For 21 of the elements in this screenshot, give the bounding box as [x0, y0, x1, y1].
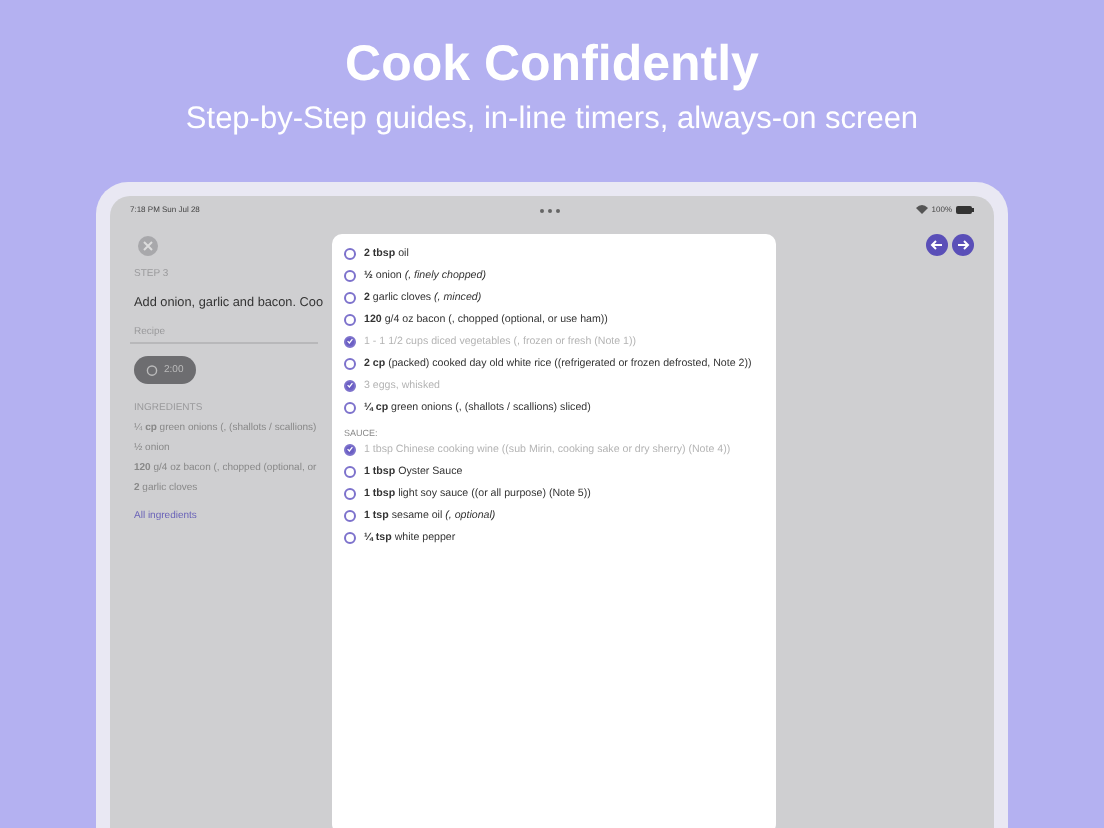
- checkbox[interactable]: [344, 357, 356, 369]
- checkbox[interactable]: [344, 531, 356, 543]
- checkbox[interactable]: [344, 443, 356, 455]
- checkbox[interactable]: [344, 335, 356, 347]
- checkbox[interactable]: [344, 509, 356, 521]
- wifi-icon: [915, 204, 928, 214]
- back-arrow-icon[interactable]: [926, 234, 948, 256]
- checkbox[interactable]: [344, 379, 356, 391]
- battery-icon: [956, 205, 974, 213]
- checkbox[interactable]: [344, 291, 356, 303]
- forward-arrow-icon[interactable]: [952, 234, 974, 256]
- checkbox[interactable]: [344, 247, 356, 259]
- checkbox[interactable]: [344, 269, 356, 281]
- headline: Cook Confidently: [345, 34, 759, 94]
- sheet-handle-icon[interactable]: [538, 208, 562, 214]
- timer-icon: [146, 364, 158, 376]
- checkbox[interactable]: [344, 487, 356, 499]
- tagline: Step-by-Step guides, in-line timers, always-on screen: [185, 100, 919, 140]
- checkbox[interactable]: [344, 465, 356, 477]
- checkbox[interactable]: [344, 401, 356, 413]
- checkbox[interactable]: [344, 313, 356, 325]
